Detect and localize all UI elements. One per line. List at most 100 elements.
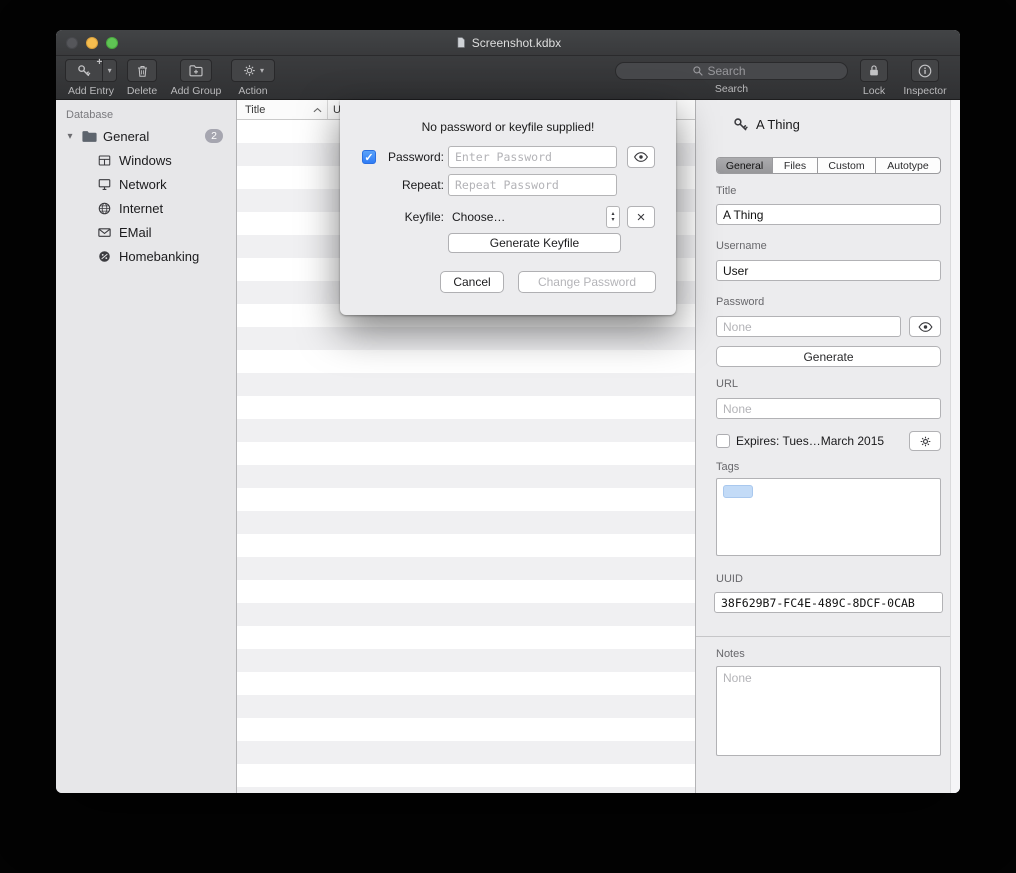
document-icon [455, 36, 467, 49]
show-password-button[interactable] [627, 146, 655, 168]
sidebar-item-label: EMail [119, 225, 152, 240]
scrollbar[interactable] [950, 100, 960, 793]
title-field[interactable] [716, 204, 941, 225]
entry-header: A Thing [732, 116, 800, 133]
plus-icon: + [96, 58, 102, 68]
expires-checkbox[interactable] [716, 434, 730, 448]
action-item: ▾ Action [230, 59, 276, 97]
uuid-label: UUID [716, 573, 743, 585]
entry-count-badge: 2 [205, 129, 223, 143]
repeat-row: Repeat: [340, 174, 676, 196]
keyfile-row: Keyfile: Choose… ▴ ▾ × [340, 206, 676, 228]
expires-label: Expires: Tues…March 2015 [736, 434, 884, 448]
cancel-button[interactable]: Cancel [440, 271, 504, 293]
search-label: Search [715, 83, 748, 95]
lock-item: Lock [856, 59, 892, 97]
expires-row: Expires: Tues…March 2015 [716, 431, 941, 451]
tag-chip[interactable] [723, 485, 753, 498]
add-entry-button[interactable]: + ▾ [65, 59, 117, 82]
sidebar-group-label: General [103, 129, 149, 144]
keyfile-choose-popup[interactable]: Choose… [452, 210, 505, 224]
eye-icon [918, 321, 933, 333]
lock-button[interactable] [860, 59, 888, 82]
add-group-button[interactable] [180, 59, 212, 82]
gear-icon [242, 63, 257, 78]
enter-password-input[interactable] [448, 146, 617, 168]
tab-files[interactable]: Files [773, 158, 818, 173]
clear-icon: × [637, 210, 646, 225]
titlebar[interactable]: Screenshot.kdbx [56, 30, 960, 56]
search-input[interactable] [708, 64, 772, 78]
url-field[interactable] [716, 398, 941, 419]
repeat-password-input[interactable] [448, 174, 617, 196]
inspector-panel: A Thing General Files Custom Autotype Ti… [695, 100, 960, 793]
entry-title: A Thing [756, 117, 800, 132]
search-item: Search [615, 59, 848, 95]
tab-general[interactable]: General [717, 158, 773, 173]
sidebar-group-general[interactable]: ▾ General 2 [56, 124, 236, 148]
keyfile-clear-button[interactable]: × [627, 206, 655, 228]
delete-button[interactable] [127, 59, 157, 82]
chevron-down-icon: ▾ [108, 67, 112, 75]
generate-password-button[interactable]: Generate [716, 346, 941, 367]
disclosure-triangle-icon[interactable]: ▾ [64, 131, 76, 142]
tags-box[interactable] [716, 478, 941, 556]
app-window: Screenshot.kdbx + ▾ Add Entry [56, 30, 960, 793]
key-icon [732, 116, 749, 133]
action-button[interactable]: ▾ [231, 59, 275, 82]
globe-icon [97, 201, 112, 216]
username-label: Username [716, 240, 767, 252]
username-field[interactable] [716, 260, 941, 281]
reveal-password-button[interactable] [909, 316, 941, 337]
folder-icon [81, 129, 98, 144]
sort-ascending-icon [313, 107, 322, 113]
zoom-button[interactable] [106, 37, 118, 49]
trash-icon [135, 63, 150, 79]
change-password-button[interactable]: Change Password [518, 271, 656, 293]
column-header-title[interactable]: Title [237, 100, 327, 119]
key-plus-icon [76, 63, 92, 79]
section-divider [696, 636, 950, 637]
window-title-group: Screenshot.kdbx [455, 36, 561, 50]
notes-label: Notes [716, 648, 745, 660]
keyfile-stepper[interactable]: ▴ ▾ [606, 206, 620, 228]
expires-settings-button[interactable] [909, 431, 941, 451]
search-field[interactable] [615, 62, 848, 80]
dialog-keyfile-label: Keyfile: [376, 210, 444, 224]
sidebar-item-homebanking[interactable]: Homebanking [56, 244, 236, 268]
lock-label: Lock [863, 85, 885, 97]
notes-field[interactable] [716, 666, 941, 756]
add-entry-dropdown[interactable]: ▾ [103, 60, 116, 81]
tab-autotype[interactable]: Autotype [876, 158, 940, 173]
change-password-sheet: No password or keyfile supplied! ✓ Passw… [340, 100, 676, 315]
sidebar-item-windows[interactable]: Windows [56, 148, 236, 172]
sidebar-item-network[interactable]: Network [56, 172, 236, 196]
inspector-button[interactable] [911, 59, 939, 82]
generate-keyfile-button[interactable]: Generate Keyfile [448, 233, 621, 253]
folder-plus-icon [188, 63, 204, 79]
uuid-field[interactable] [714, 592, 943, 613]
delete-item: Delete [124, 59, 160, 97]
gear-icon [919, 435, 932, 448]
check-icon: ✓ [364, 151, 373, 164]
tab-custom[interactable]: Custom [818, 158, 876, 173]
close-button[interactable] [66, 37, 78, 49]
action-label: Action [238, 85, 267, 97]
password-field[interactable] [716, 316, 901, 337]
title-label: Title [716, 185, 736, 197]
sidebar: Database ▾ General 2 Windows Network Int… [56, 100, 237, 793]
sidebar-item-label: Network [119, 177, 167, 192]
eye-icon [633, 151, 649, 163]
sidebar-item-email[interactable]: EMail [56, 220, 236, 244]
inspector-item: Inspector [896, 59, 954, 97]
password-row: ✓ Password: [340, 146, 676, 168]
inspector-content: A Thing General Files Custom Autotype Ti… [696, 100, 950, 793]
password-checkbox[interactable]: ✓ [362, 150, 376, 164]
traffic-lights [66, 37, 118, 49]
info-icon [917, 63, 933, 79]
minimize-button[interactable] [86, 37, 98, 49]
stepper-down-icon: ▾ [611, 217, 614, 223]
lock-icon [867, 63, 881, 78]
url-label: URL [716, 378, 738, 390]
sidebar-item-internet[interactable]: Internet [56, 196, 236, 220]
